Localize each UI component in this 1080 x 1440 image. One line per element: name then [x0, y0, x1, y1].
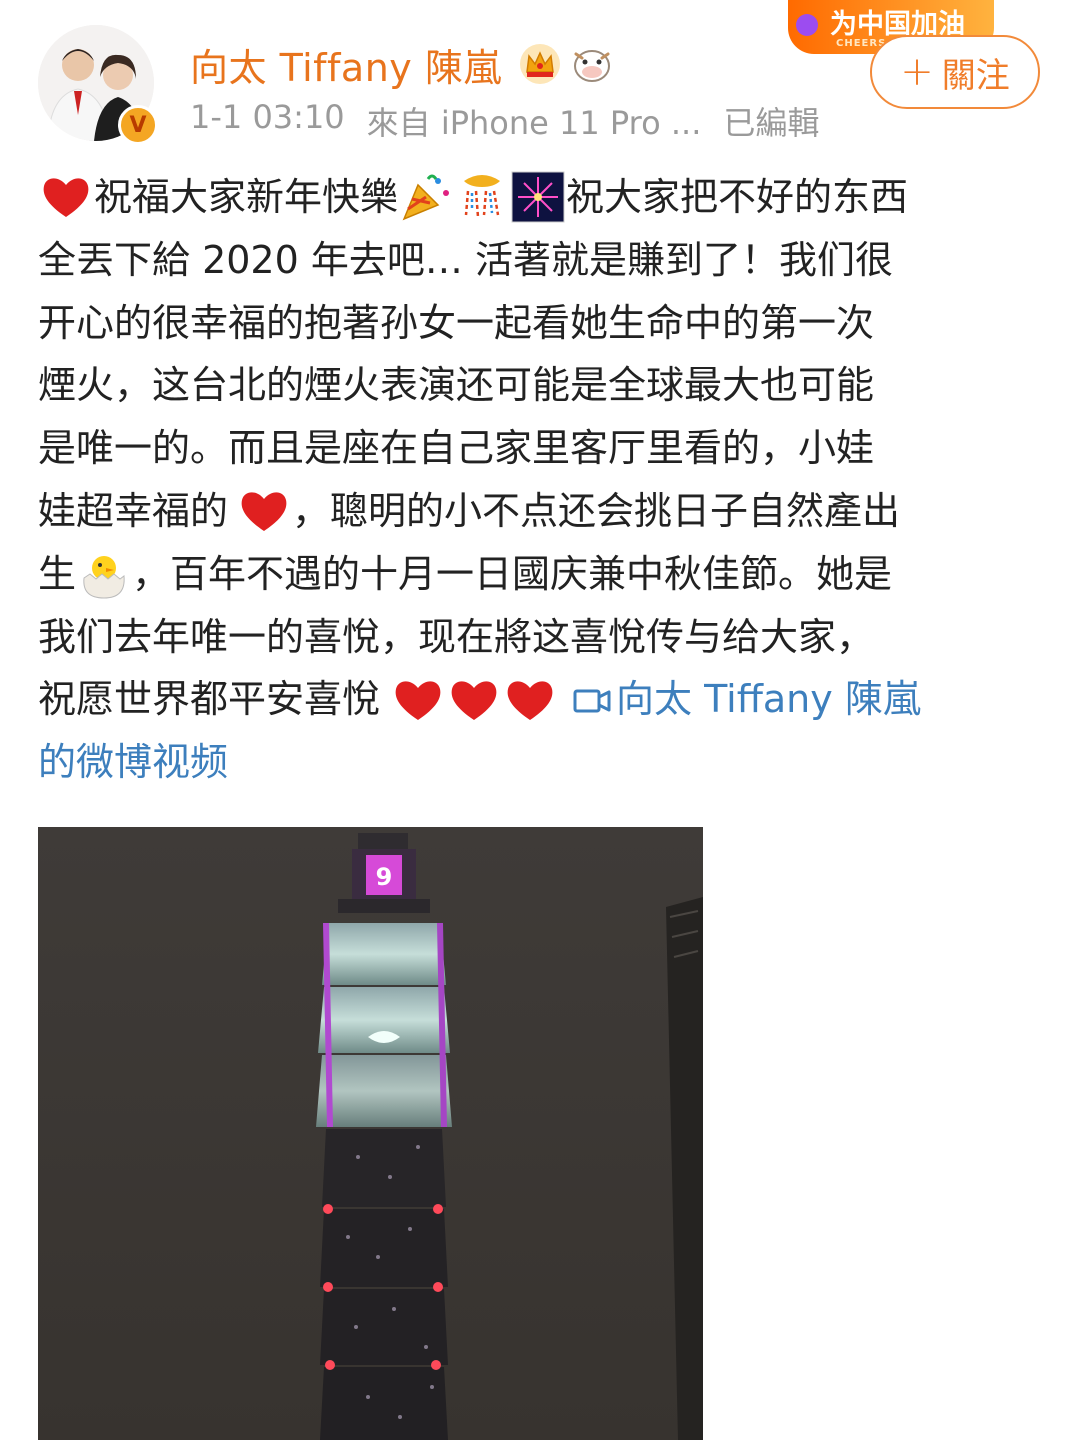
- video-camera-icon: [573, 689, 611, 713]
- post-line: 全丟下給 2020 年去吧… 活著就是賺到了！我们很: [38, 229, 1038, 292]
- follow-label: 關注: [941, 55, 1010, 96]
- user-name[interactable]: 向太 Tiffany 陳嵐: [190, 37, 502, 92]
- red-heart-icon: [38, 171, 94, 223]
- red-heart-icon: [446, 674, 502, 726]
- post-line: 煙火，这台北的煙火表演还可能是全球最大也可能: [38, 354, 1038, 417]
- video-link[interactable]: 向太 Tiffany 陳嵐: [572, 668, 921, 731]
- post-line: 我们去年唯一的喜悅，现在將这喜悅传与给大家，: [38, 606, 1038, 669]
- hatching-chick-icon: [76, 548, 132, 600]
- post-text: 祝愿世界都平安喜悅: [38, 677, 381, 722]
- post-text: 生: [38, 551, 77, 596]
- party-popper-icon: [398, 171, 454, 223]
- confetti-ball-icon: [454, 171, 510, 223]
- post-text: 是唯一的。而且是座在自己家里客厅里看的，小娃: [38, 426, 875, 471]
- banner-decoration-icon: [796, 14, 818, 36]
- post-meta: 1-1 03:10 來自 iPhone 11 Pro ... 已編輯: [190, 98, 819, 144]
- crown-icon[interactable]: [518, 42, 562, 86]
- verified-badge-icon: V: [118, 105, 158, 145]
- post-text: 祝福大家新年快樂: [94, 175, 399, 219]
- post-line: 生 ，百年不遇的十月一日國庆兼中秋佳節。她是: [38, 543, 1038, 606]
- red-heart-icon: [390, 674, 446, 726]
- video-thumbnail[interactable]: 9: [38, 827, 703, 1440]
- post-line: 的微博视频: [38, 731, 1038, 794]
- follow-button[interactable]: + 關注: [870, 35, 1040, 109]
- fireworks-icon: [510, 171, 566, 223]
- post-line: 祝愿世界都平安喜悅 向太 Tiffany 陳嵐: [38, 668, 1038, 731]
- red-heart-icon: [236, 485, 292, 537]
- taipei-101-image: 9: [38, 827, 703, 1440]
- post-text: 全丟下給 2020 年去吧… 活著就是賺到了！我们很: [38, 237, 893, 282]
- post-line: 祝福大家新年快樂 祝大家把不好的东西: [38, 166, 1038, 229]
- post-text: 煙火，这台北的煙火表演还可能是全球最大也可能: [38, 363, 875, 408]
- red-heart-icon: [502, 674, 558, 726]
- post-text: 祝大家把不好的东西: [566, 175, 909, 219]
- post-source: 來自 iPhone 11 Pro ...: [366, 104, 702, 142]
- post-text: 开心的很幸福的抱著孙女一起看她生命中的第一次: [38, 300, 875, 345]
- cow-icon[interactable]: [570, 42, 614, 86]
- video-link-text: 向太 Tiffany 陳嵐: [616, 677, 921, 722]
- user-name-row: 向太 Tiffany 陳嵐: [190, 38, 614, 90]
- countdown-digit: 9: [376, 863, 393, 891]
- video-link-text[interactable]: 的微博视频: [38, 731, 228, 794]
- post-text: ，百年不遇的十月一日國庆兼中秋佳節。她是: [132, 551, 893, 596]
- post-text: ，聰明的小不点还会挑日子自然產出: [292, 488, 901, 533]
- post-line: 娃超幸福的 ，聰明的小不点还会挑日子自然產出: [38, 480, 1038, 543]
- post-line: 是唯一的。而且是座在自己家里客厅里看的，小娃: [38, 417, 1038, 480]
- post-text: 我们去年唯一的喜悅，现在將这喜悅传与给大家，: [38, 614, 875, 659]
- post-body: 祝福大家新年快樂 祝大家把不好的东西 全丟下給 2020 年去吧… 活著就是賺到…: [38, 166, 1038, 794]
- edited-label[interactable]: 已編輯: [723, 98, 819, 144]
- post-line: 开心的很幸福的抱著孙女一起看她生命中的第一次: [38, 292, 1038, 355]
- post-text: 娃超幸福的: [38, 488, 229, 533]
- plus-icon: +: [900, 49, 934, 95]
- post-timestamp: 1-1 03:10: [190, 98, 345, 136]
